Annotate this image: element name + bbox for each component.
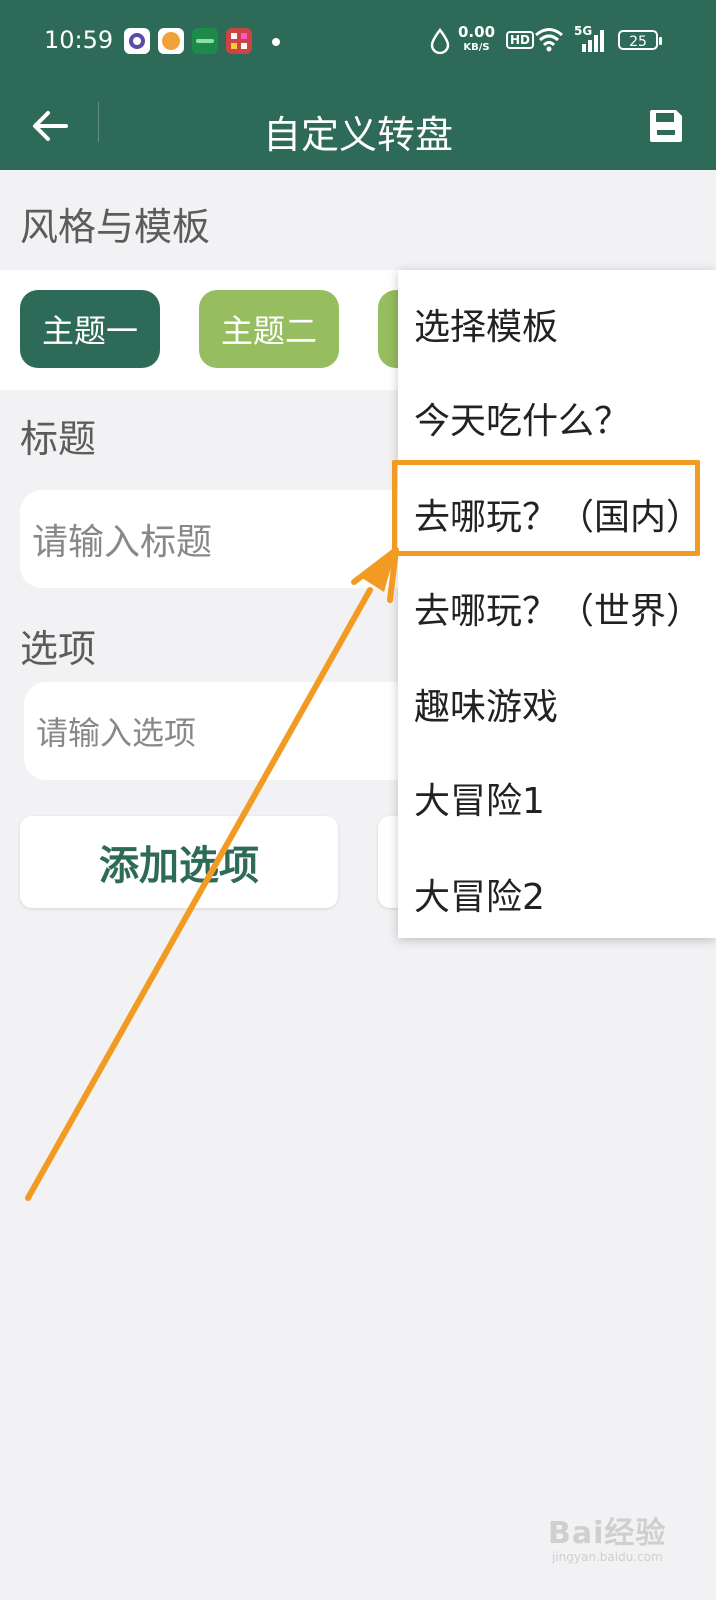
watermark-url: jingyan.baidu.com bbox=[552, 1550, 663, 1564]
watermark-brand: Bai经验 bbox=[548, 1516, 667, 1551]
watermark: Bai经验 jingyan.baidu.com bbox=[548, 1508, 666, 1564]
annotation-arrow bbox=[25, 547, 399, 1201]
